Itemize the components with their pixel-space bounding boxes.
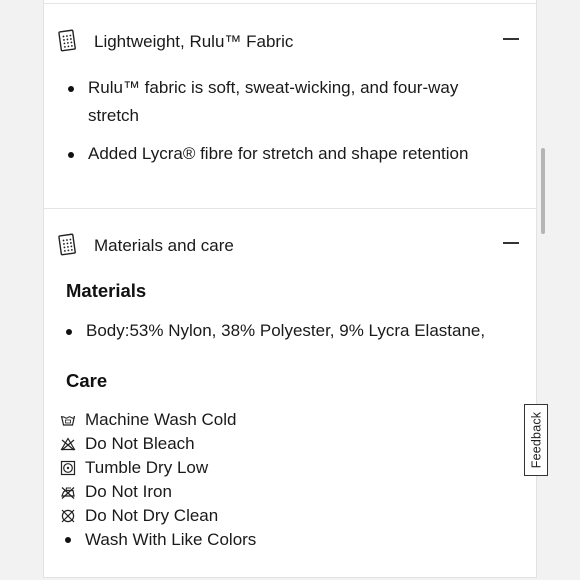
product-details-panel: Lightweight, Rulu™ Fabric Rulu™ fabric i…: [43, 0, 537, 578]
care-instructions-list: Machine Wash Cold Do Not Bleach Tumble D…: [60, 408, 256, 552]
list-item: Added Lycra® fibre for stretch and shape…: [66, 140, 516, 168]
no-iron-icon: [61, 487, 75, 499]
section-divider: [44, 208, 536, 209]
accordion-header-fabric[interactable]: Lightweight, Rulu™ Fabric: [44, 28, 536, 58]
no-dry-clean-icon: [61, 509, 75, 523]
wash-tub-icon: [60, 415, 76, 426]
care-item: Do Not Iron: [60, 480, 256, 504]
scrollbar-thumb[interactable]: [541, 148, 545, 234]
scrollbar-track[interactable]: [540, 0, 546, 580]
materials-heading: Materials: [66, 280, 147, 301]
collapse-button-materials[interactable]: [501, 232, 523, 254]
top-divider: [44, 3, 536, 4]
care-heading: Care: [66, 370, 108, 391]
accordion-header-materials[interactable]: Materials and care: [44, 232, 536, 262]
fabric-feature-list: Rulu™ fabric is soft, sweat-wicking, and…: [66, 74, 516, 168]
feedback-label: Feedback: [529, 411, 543, 469]
tumble-dry-icon: [60, 460, 76, 476]
list-item: Body:53% Nylon, 38% Polyester, 9% Lycra …: [64, 317, 516, 345]
list-item: Rulu™ fabric is soft, sweat-wicking, and…: [66, 74, 516, 130]
accordion-title-materials: Materials and care: [94, 236, 234, 255]
care-item: Machine Wash Cold: [60, 408, 256, 432]
bullet-icon: [60, 532, 76, 548]
care-item: Do Not Bleach: [60, 432, 256, 456]
minus-icon: [503, 38, 519, 40]
fabric-swatch-icon: [58, 233, 76, 256]
collapse-button-fabric[interactable]: [501, 28, 523, 50]
minus-icon: [503, 242, 519, 244]
accordion-title-fabric: Lightweight, Rulu™ Fabric: [94, 32, 294, 51]
care-item: Wash With Like Colors: [60, 528, 256, 552]
care-item: Do Not Dry Clean: [60, 504, 256, 528]
fabric-swatch-icon: [58, 29, 76, 52]
feedback-button[interactable]: Feedback: [524, 404, 548, 476]
no-bleach-icon: [60, 437, 76, 451]
care-item: Tumble Dry Low: [60, 456, 256, 480]
materials-list: Body:53% Nylon, 38% Polyester, 9% Lycra …: [64, 317, 516, 345]
